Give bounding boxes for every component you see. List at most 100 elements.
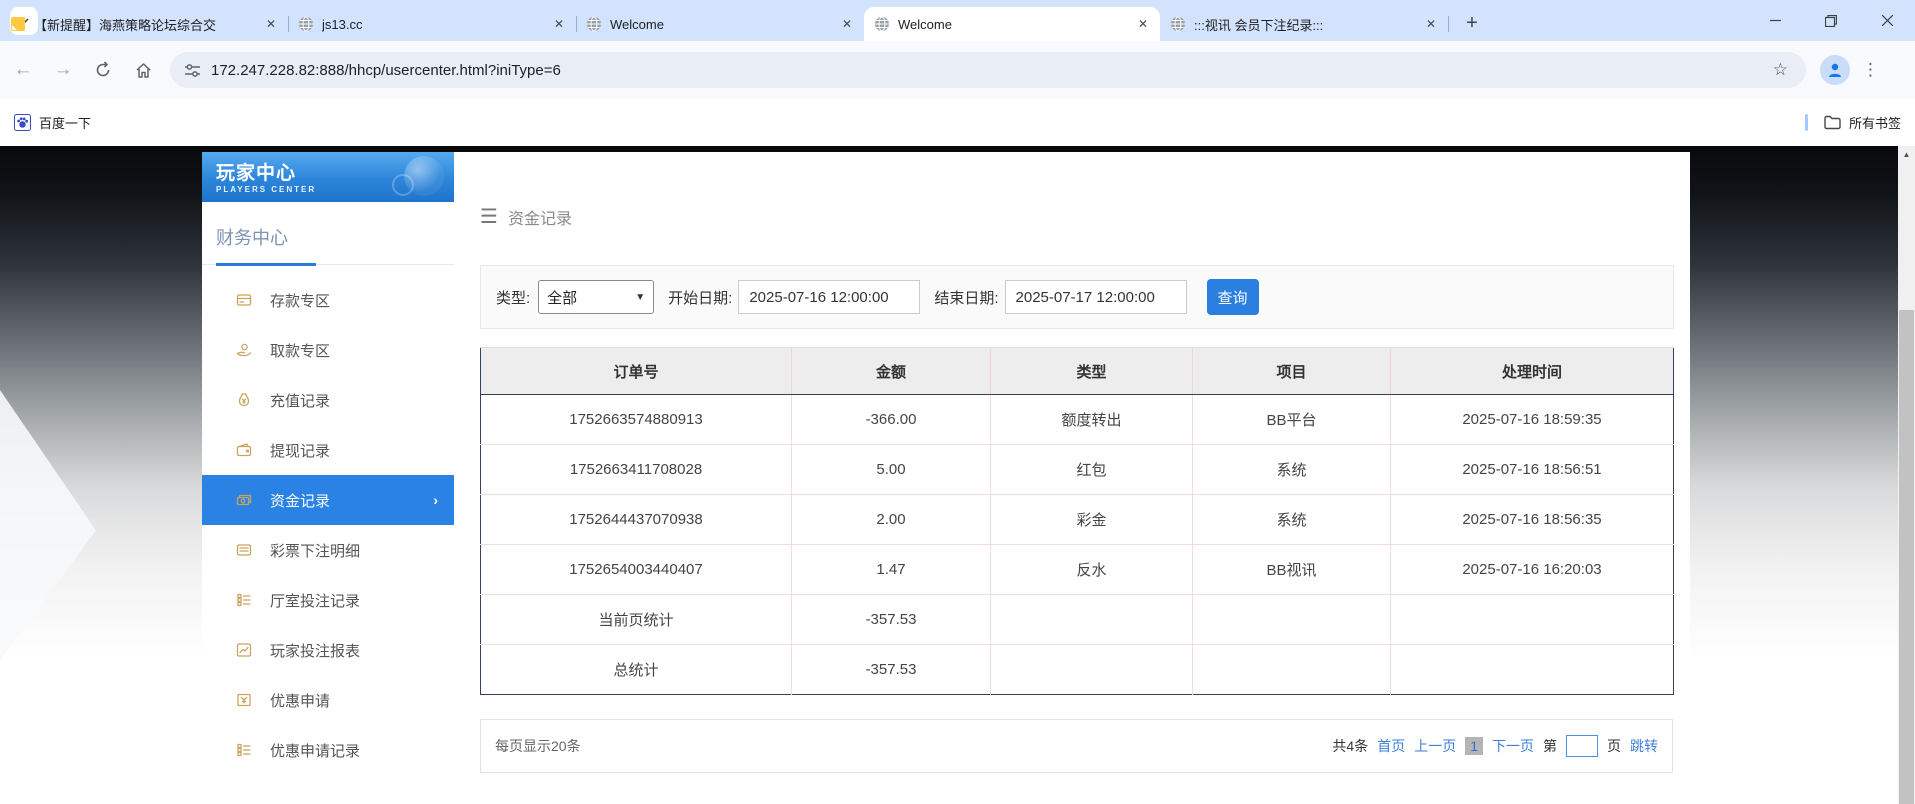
jump-page-input[interactable]: [1566, 735, 1598, 757]
scrollbar-up-arrow[interactable]: ▲: [1898, 146, 1915, 163]
background-triangle-decoration: [0, 390, 96, 660]
table-summary-row-page: 当前页统计 -357.53: [481, 595, 1674, 645]
sidebar-item-label: 彩票下注明细: [270, 540, 360, 561]
globe-icon: [298, 16, 314, 32]
cell-type: 额度转出: [991, 395, 1193, 445]
sidebar-item-funds-record[interactable]: 资金记录 ›: [202, 475, 454, 525]
minimize-icon: [1770, 15, 1781, 26]
cell-order: 1752663411708028: [481, 445, 792, 495]
cell-order: 1752663574880913: [481, 395, 792, 445]
reload-button[interactable]: [86, 53, 120, 87]
prev-page-link[interactable]: 上一页: [1414, 736, 1456, 756]
baidu-paw-icon: [14, 114, 31, 131]
col-header-order: 订单号: [481, 348, 792, 395]
first-page-link[interactable]: 首页: [1377, 736, 1405, 756]
sidebar-item-label: 提现记录: [270, 440, 330, 461]
sidebar-item-label: 厅室投注记录: [270, 590, 360, 611]
cell-empty: [1391, 645, 1674, 695]
jump-label-post: 页: [1607, 736, 1621, 756]
forward-button[interactable]: →: [46, 53, 80, 87]
wallet-icon: [234, 440, 254, 460]
search-button[interactable]: 查询: [1207, 279, 1259, 315]
window-controls: [1747, 0, 1915, 41]
tab-close-icon[interactable]: ✕: [838, 15, 856, 33]
next-page-link[interactable]: 下一页: [1492, 736, 1534, 756]
cash-icon: [234, 490, 254, 510]
address-bar[interactable]: 172.247.228.82:888/hhcp/usercenter.html?…: [170, 52, 1806, 88]
current-page-badge: 1: [1465, 737, 1483, 755]
cell-summary-amount: -357.53: [792, 595, 991, 645]
browser-window: 【新提醒】海燕策略论坛综合交 ✕ js13.cc ✕ Welcome ✕: [0, 0, 1915, 804]
tab-js13[interactable]: js13.cc ✕: [288, 7, 576, 41]
profile-avatar[interactable]: [1820, 55, 1850, 85]
cell-project: BB平台: [1193, 395, 1391, 445]
close-window-button[interactable]: [1859, 0, 1915, 41]
globe-icon: [874, 16, 890, 32]
sidebar-item-withdrawal-record[interactable]: 提现记录: [202, 425, 454, 475]
tab-welcome-1[interactable]: Welcome ✕: [576, 7, 864, 41]
sidebar-brand: 玩家中心 PLAYERS CENTER: [202, 152, 454, 202]
tab-video-records[interactable]: :::视讯 会员下注纪录::: ✕: [1160, 7, 1448, 41]
sidebar-item-player-bet-report[interactable]: 玩家投注报表: [202, 625, 454, 675]
type-label: 类型:: [496, 287, 530, 308]
cell-project: 系统: [1193, 495, 1391, 545]
tab-close-icon[interactable]: ✕: [1422, 15, 1440, 33]
cell-time: 2025-07-16 18:56:51: [1391, 445, 1674, 495]
sidebar-item-label: 优惠申请记录: [270, 740, 360, 761]
table-row: 1752663574880913 -366.00 额度转出 BB平台 2025-…: [481, 395, 1674, 445]
end-date-input[interactable]: [1005, 280, 1187, 314]
col-header-time: 处理时间: [1391, 348, 1674, 395]
bookmark-baidu[interactable]: 百度一下: [14, 113, 91, 132]
tab-close-icon[interactable]: ✕: [550, 15, 568, 33]
cell-time: 2025-07-16 18:59:35: [1391, 395, 1674, 445]
restore-button[interactable]: [1803, 0, 1859, 41]
sidebar-item-withdraw-zone[interactable]: 取款专区: [202, 325, 454, 375]
tab-title: js13.cc: [322, 17, 550, 32]
jump-go-link[interactable]: 跳转: [1630, 736, 1658, 756]
chart-icon: [234, 640, 254, 660]
reload-icon: [94, 61, 112, 79]
tab-forum[interactable]: 【新提醒】海燕策略论坛综合交 ✕: [0, 7, 288, 41]
sidebar-item-recharge-record[interactable]: 充值记录: [202, 375, 454, 425]
table-header-row: 订单号 金额 类型 项目 处理时间: [481, 348, 1674, 395]
url-text[interactable]: 172.247.228.82:888/hhcp/usercenter.html?…: [211, 62, 1773, 79]
all-bookmarks[interactable]: 所有书签: [1805, 113, 1901, 132]
cell-order: 1752654003440407: [481, 545, 792, 595]
cell-time: 2025-07-16 18:56:35: [1391, 495, 1674, 545]
tab-welcome-active[interactable]: Welcome ✕: [864, 7, 1160, 41]
sidebar-item-lottery-bet-detail[interactable]: 彩票下注明细: [202, 525, 454, 575]
person-icon: [1826, 61, 1844, 79]
type-select[interactable]: 全部 ▼: [538, 280, 654, 314]
list-card-icon: [234, 540, 254, 560]
new-tab-button[interactable]: +: [1458, 9, 1486, 37]
page-scrollbar[interactable]: ▲: [1898, 146, 1915, 804]
sidebar-item-promo-apply[interactable]: 优惠申请: [202, 675, 454, 725]
sidebar-item-deposit-zone[interactable]: 存款专区: [202, 275, 454, 325]
scrollbar-thumb[interactable]: [1899, 310, 1914, 804]
close-icon: [1882, 15, 1893, 26]
tab-close-icon[interactable]: ✕: [262, 15, 280, 33]
total-count-text: 共4条: [1332, 736, 1368, 756]
table-row: 1752644437070938 2.00 彩金 系统 2025-07-16 1…: [481, 495, 1674, 545]
globe-icon: [586, 16, 602, 32]
back-button[interactable]: ←: [6, 53, 40, 87]
folder-icon: [1824, 115, 1841, 130]
sidebar-item-promo-apply-record[interactable]: 优惠申请记录: [202, 725, 454, 775]
cell-type: 彩金: [991, 495, 1193, 545]
cell-empty: [991, 645, 1193, 695]
cell-project: 系统: [1193, 445, 1391, 495]
player-center-sidebar: 玩家中心 PLAYERS CENTER 财务中心 存款专区 取款专区: [202, 152, 454, 804]
tab-title: Welcome: [610, 17, 838, 32]
tab-close-icon[interactable]: ✕: [1134, 15, 1152, 33]
bookmark-star-icon[interactable]: ☆: [1773, 60, 1788, 80]
cell-type: 红包: [991, 445, 1193, 495]
home-button[interactable]: [126, 53, 160, 87]
browser-menu-button[interactable]: ⋮: [1862, 60, 1879, 80]
cell-time: 2025-07-16 16:20:03: [1391, 545, 1674, 595]
sidebar-section-title: 财务中心: [202, 202, 454, 250]
home-icon: [134, 61, 153, 80]
minimize-button[interactable]: [1747, 0, 1803, 41]
all-bookmarks-label: 所有书签: [1849, 113, 1901, 132]
start-date-input[interactable]: [738, 280, 920, 314]
sidebar-item-hall-bet-record[interactable]: 厅室投注记录: [202, 575, 454, 625]
